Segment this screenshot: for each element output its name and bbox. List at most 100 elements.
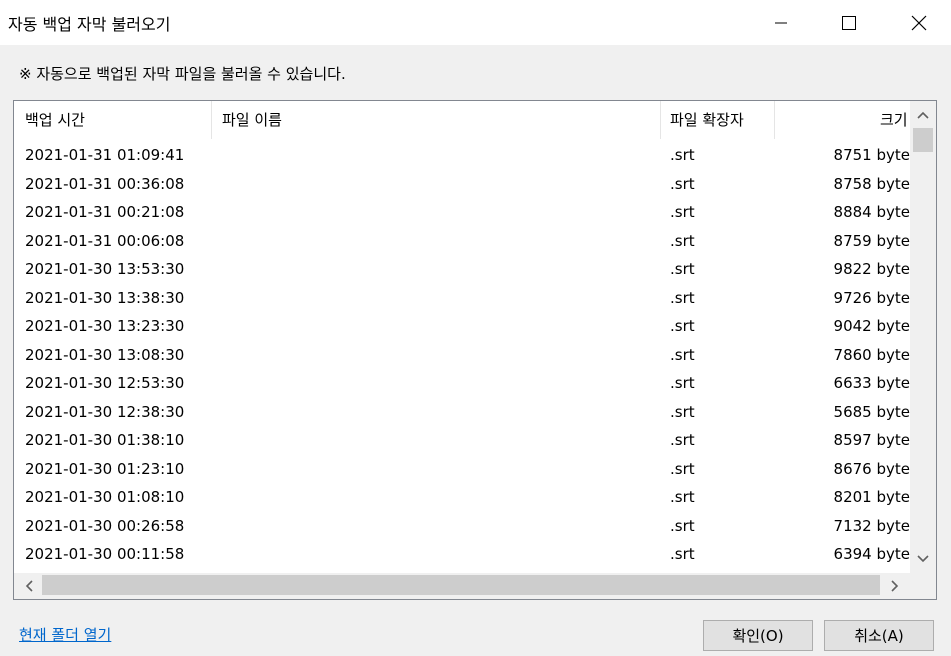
table-row[interactable]: 2021-01-31 01:09:41 .srt 8751 byte — [14, 141, 910, 170]
ok-button[interactable]: 확인(O) — [703, 620, 813, 651]
cell-time: 2021-01-30 01:38:10 — [25, 431, 185, 449]
cell-name — [217, 284, 657, 313]
window-title: 자동 백업 자막 불러오기 — [8, 15, 171, 34]
cell-time: 2021-01-30 01:08:10 — [25, 488, 185, 506]
cell-time: 2021-01-30 13:38:30 — [25, 288, 185, 307]
cell-ext: .srt — [670, 402, 695, 421]
cell-time: 2021-01-31 00:06:08 — [25, 231, 185, 250]
maximize-button[interactable] — [826, 0, 872, 45]
cell-ext: .srt — [670, 203, 695, 221]
cell-name — [217, 512, 657, 541]
cell-ext: .srt — [670, 146, 695, 164]
cell-name — [217, 170, 657, 199]
chevron-right-icon — [891, 580, 899, 592]
table-row[interactable]: 2021-01-30 01:08:10 .srt 8201 byte — [14, 483, 910, 512]
scroll-right-button[interactable] — [882, 573, 908, 599]
cell-size: 8759 byte — [833, 231, 910, 250]
cell-size: 8884 byte — [833, 203, 910, 221]
cell-size: 6633 byte — [833, 374, 910, 392]
table-row[interactable]: 2021-01-30 00:26:58 .srt 7132 byte — [14, 512, 910, 541]
cancel-button[interactable]: 취소(A) — [824, 620, 934, 651]
open-current-folder-link[interactable]: 현재 폴더 열기 — [19, 624, 111, 645]
backup-list[interactable]: 백업 시간 파일 이름 파일 확장자 크기 2021-01-31 01:09:4… — [13, 100, 937, 600]
table-row[interactable]: 2021-01-30 13:08:30 .srt 7860 byte — [14, 341, 910, 370]
cell-ext: .srt — [670, 545, 695, 563]
cell-ext: .srt — [670, 288, 695, 307]
column-divider[interactable] — [774, 101, 775, 139]
cell-ext: .srt — [670, 374, 695, 392]
column-divider[interactable] — [211, 101, 212, 139]
scroll-left-button[interactable] — [16, 573, 42, 599]
cell-ext: .srt — [670, 174, 695, 193]
cell-size: 7860 byte — [833, 345, 910, 364]
cell-size: 8597 byte — [833, 431, 910, 449]
column-header-name[interactable]: 파일 이름 — [222, 101, 662, 139]
cell-name — [217, 312, 657, 341]
cell-ext: .srt — [670, 345, 695, 364]
table-row[interactable]: 2021-01-30 01:38:10 .srt 8597 byte — [14, 426, 910, 455]
cell-name — [217, 227, 657, 256]
cell-name — [217, 483, 657, 512]
scroll-up-button[interactable] — [910, 103, 936, 127]
list-header: 백업 시간 파일 이름 파일 확장자 크기 — [14, 101, 910, 139]
cell-size: 5685 byte — [833, 402, 910, 421]
table-row[interactable]: 2021-01-31 00:06:08 .srt 8759 byte — [14, 227, 910, 256]
cell-name — [217, 141, 657, 170]
column-header-time[interactable]: 백업 시간 — [25, 101, 215, 139]
cell-time: 2021-01-30 12:38:30 — [25, 402, 185, 421]
table-row[interactable]: 2021-01-30 00:11:58 .srt 6394 byte — [14, 540, 910, 569]
cell-size: 8676 byte — [833, 459, 910, 478]
cell-ext: .srt — [670, 317, 695, 335]
minimize-button[interactable] — [758, 0, 804, 45]
cell-size: 9726 byte — [833, 288, 910, 307]
table-row[interactable]: 2021-01-30 13:38:30 .srt 9726 byte — [14, 284, 910, 313]
close-button[interactable] — [896, 0, 942, 45]
maximize-icon — [842, 15, 856, 30]
table-row[interactable]: 2021-01-30 12:53:30 .srt 6633 byte — [14, 369, 910, 398]
cell-ext: .srt — [670, 488, 695, 506]
table-row[interactable]: 2021-01-31 00:21:08 .srt 8884 byte — [14, 198, 910, 227]
horizontal-scroll-thumb[interactable] — [42, 575, 880, 595]
cell-time: 2021-01-30 00:11:58 — [25, 545, 185, 563]
cell-ext: .srt — [670, 231, 695, 250]
cell-ext: .srt — [670, 459, 695, 478]
cell-time: 2021-01-30 01:23:10 — [25, 459, 185, 478]
chevron-down-icon — [917, 555, 929, 563]
title-bar: 자동 백업 자막 불러오기 — [0, 0, 951, 45]
cell-name — [217, 255, 657, 284]
cell-name — [217, 426, 657, 455]
cell-time: 2021-01-31 01:09:41 — [25, 146, 185, 164]
table-row[interactable]: 2021-01-31 00:36:08 .srt 8758 byte — [14, 170, 910, 199]
cell-size: 6394 byte — [833, 545, 910, 563]
vertical-scroll-thumb[interactable] — [913, 128, 933, 152]
cell-name — [217, 455, 657, 484]
column-header-ext[interactable]: 파일 확장자 — [670, 101, 770, 139]
cell-name — [217, 198, 657, 227]
close-icon — [911, 15, 927, 30]
chevron-up-icon — [917, 111, 929, 119]
cell-name — [217, 369, 657, 398]
scrollbar-corner — [910, 573, 936, 599]
cell-ext: .srt — [670, 260, 695, 278]
horizontal-scrollbar[interactable] — [14, 573, 910, 599]
cell-size: 8201 byte — [833, 488, 910, 506]
table-row[interactable]: 2021-01-30 13:23:30 .srt 9042 byte — [14, 312, 910, 341]
table-row[interactable]: 2021-01-30 01:23:10 .srt 8676 byte — [14, 455, 910, 484]
cell-time: 2021-01-31 00:36:08 — [25, 174, 185, 193]
cell-size: 8751 byte — [833, 146, 910, 164]
notice-text: ※ 자동으로 백업된 자막 파일을 불러올 수 있습니다. — [19, 65, 346, 83]
vertical-scrollbar[interactable] — [910, 101, 936, 575]
column-divider[interactable] — [660, 101, 661, 139]
cell-size: 9042 byte — [833, 317, 910, 335]
cell-time: 2021-01-30 13:23:30 — [25, 317, 185, 335]
cell-size: 7132 byte — [833, 516, 910, 535]
cell-size: 8758 byte — [833, 174, 910, 193]
cell-time: 2021-01-30 12:53:30 — [25, 374, 185, 392]
table-row[interactable]: 2021-01-30 12:38:30 .srt 5685 byte — [14, 398, 910, 427]
table-row[interactable]: 2021-01-30 13:53:30 .srt 9822 byte — [14, 255, 910, 284]
chevron-left-icon — [25, 580, 33, 592]
cell-name — [217, 341, 657, 370]
cell-name — [217, 398, 657, 427]
scroll-down-button[interactable] — [910, 547, 936, 571]
cell-name — [217, 540, 657, 569]
